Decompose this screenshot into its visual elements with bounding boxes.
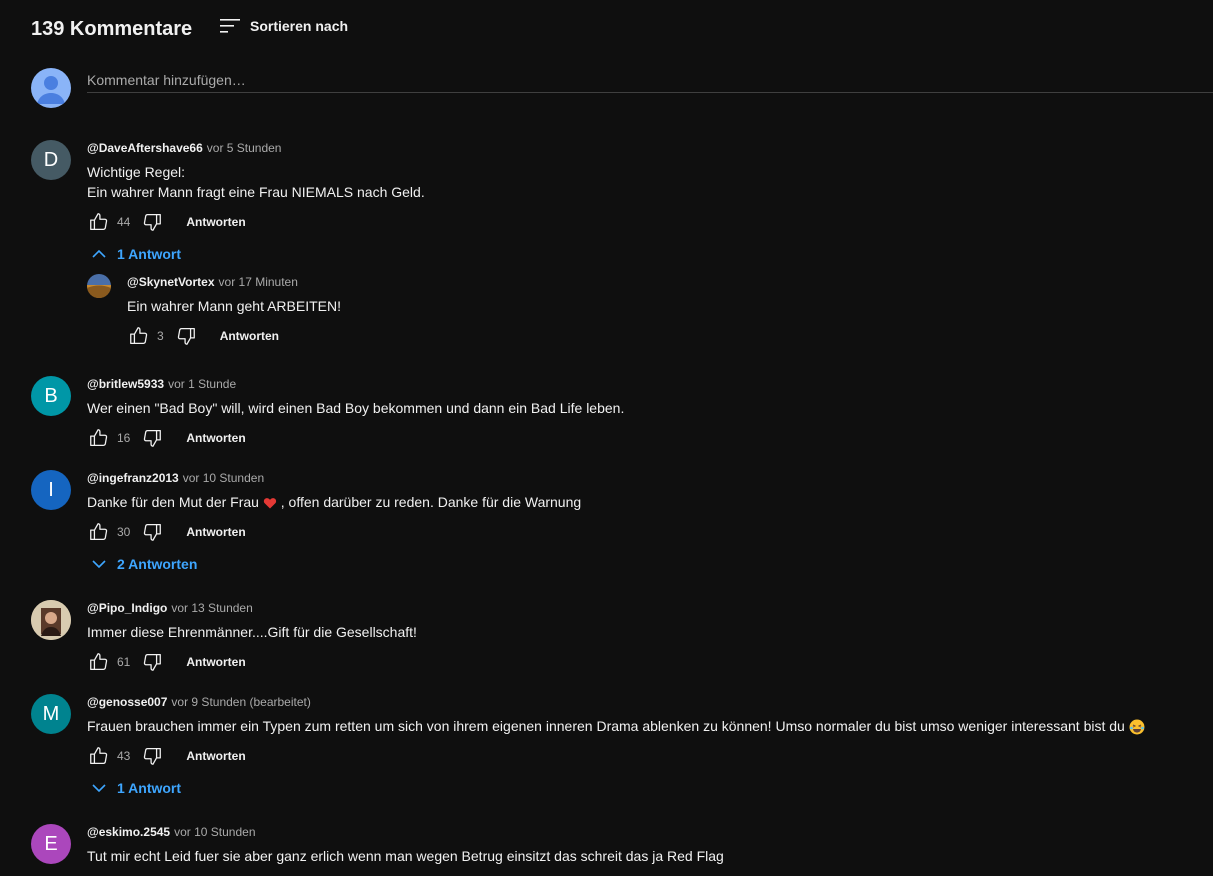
comment-text-line: Wichtige Regel: <box>87 164 186 180</box>
chevron-down-icon <box>92 560 106 569</box>
comment-text: Ein wahrer Mann geht ARBEITEN! <box>127 298 341 314</box>
like-button[interactable] <box>87 210 111 234</box>
comment-text: Frauen brauchen immer ein Typen zum rett… <box>87 716 1145 736</box>
comment-author[interactable]: @britlew5933 <box>87 377 164 391</box>
dislike-button[interactable] <box>174 324 198 348</box>
dislike-button[interactable] <box>140 426 164 450</box>
heart-icon <box>263 498 277 509</box>
replies-toggle[interactable]: 1 Antwort <box>91 780 181 796</box>
comment-text-part: , offen darüber zu reden. Danke für die … <box>276 494 582 510</box>
comment-actions: 44 Antworten <box>87 210 425 234</box>
comment-count: 139 Kommentare <box>31 18 193 40</box>
thumb-down-icon <box>141 521 163 543</box>
like-button[interactable] <box>87 426 111 450</box>
like-button[interactable] <box>127 324 151 348</box>
comment-text-line: Ein wahrer Mann fragt eine Frau NIEMALS … <box>87 184 425 200</box>
comment-text: Wer einen "Bad Boy" will, wird einen Bad… <box>87 400 625 416</box>
reply-button[interactable]: Antworten <box>186 525 245 539</box>
comment-actions: 61 Antworten <box>87 650 417 674</box>
thumb-down-icon <box>175 325 197 347</box>
replies-toggle-label: 1 Antwort <box>117 246 182 262</box>
comment-text: Wichtige Regel: Ein wahrer Mann fragt ei… <box>87 162 425 202</box>
like-button[interactable] <box>87 744 111 768</box>
replies-toggle[interactable]: 2 Antworten <box>91 556 197 572</box>
my-avatar[interactable] <box>31 68 71 108</box>
dislike-button[interactable] <box>140 520 164 544</box>
avatar[interactable]: D <box>31 140 71 180</box>
reply-button[interactable]: Antworten <box>186 215 245 229</box>
comment-time[interactable]: vor 13 Stunden <box>171 601 252 615</box>
avatar[interactable]: E <box>31 824 71 864</box>
like-count: 44 <box>117 215 131 229</box>
comment-author[interactable]: @Pipo_Indigo <box>87 601 167 615</box>
comment-time[interactable]: vor 9 Stunden (bearbeitet) <box>171 695 310 709</box>
like-count: 61 <box>117 655 131 669</box>
thumb-up-icon <box>128 325 150 347</box>
chevron-down-icon <box>92 784 106 793</box>
avatar[interactable] <box>87 274 111 298</box>
dislike-button[interactable] <box>140 650 164 674</box>
comment-author[interactable]: @SkynetVortex <box>127 275 215 289</box>
comment-time[interactable]: vor 1 Stunde <box>168 377 236 391</box>
comment-author[interactable]: @ingefranz2013 <box>87 471 179 485</box>
sort-button[interactable]: Sortieren nach <box>220 18 348 34</box>
replies-toggle-label: 1 Antwort <box>117 780 182 796</box>
reply-button[interactable]: Antworten <box>186 431 245 445</box>
thumb-up-icon <box>88 651 110 673</box>
comment-time[interactable]: vor 10 Stunden <box>183 471 264 485</box>
comment-time[interactable]: vor 17 Minuten <box>219 275 298 289</box>
comment-text: Danke für den Mut der Frau , offen darüb… <box>87 492 581 512</box>
sort-label: Sortieren nach <box>250 18 349 34</box>
comment-time[interactable]: vor 5 Stunden <box>207 141 282 155</box>
like-button[interactable] <box>87 650 111 674</box>
reply-button[interactable]: Antworten <box>186 655 245 669</box>
thumb-up-icon <box>88 521 110 543</box>
dislike-button[interactable] <box>140 744 164 768</box>
thumb-down-icon <box>141 427 163 449</box>
thumb-up-icon <box>88 427 110 449</box>
like-count: 30 <box>117 525 131 539</box>
comment-actions: 43 Antworten <box>87 744 1145 768</box>
like-count: 16 <box>117 431 131 445</box>
laughing-emoji-icon <box>1129 719 1145 735</box>
thumb-up-icon <box>88 211 110 233</box>
comment-text-part: Danke für den Mut der Frau <box>87 494 263 510</box>
comment-author[interactable]: @eskimo.2545 <box>87 825 170 839</box>
comment-text-part: Frauen brauchen immer ein Typen zum rett… <box>87 718 1129 734</box>
landscape-avatar-image <box>87 274 111 298</box>
dislike-button[interactable] <box>140 210 164 234</box>
user-icon <box>37 76 65 104</box>
thumb-up-icon <box>88 745 110 767</box>
comment-text: Tut mir echt Leid fuer sie aber ganz erl… <box>87 848 724 864</box>
add-comment-input[interactable] <box>87 68 1213 93</box>
comment-actions: 3 Antworten <box>127 324 341 348</box>
comment-text: Immer diese Ehrenmänner....Gift für die … <box>87 624 417 640</box>
comment-actions: 30 Antworten <box>87 520 581 544</box>
comment-actions: 16 Antworten <box>87 426 624 450</box>
like-count: 43 <box>117 749 131 763</box>
profile-photo-image <box>31 600 71 640</box>
avatar[interactable]: I <box>31 470 71 510</box>
thumb-down-icon <box>141 651 163 673</box>
comments-header: 139 Kommentare Sortieren nach <box>31 18 348 41</box>
avatar[interactable]: M <box>31 694 71 734</box>
thumb-down-icon <box>141 211 163 233</box>
reply-button[interactable]: Antworten <box>220 329 279 343</box>
sort-icon <box>220 19 240 33</box>
add-comment-row <box>31 68 1213 108</box>
avatar[interactable] <box>31 600 71 640</box>
comment-author[interactable]: @genosse007 <box>87 695 167 709</box>
like-button[interactable] <box>87 520 111 544</box>
thumb-down-icon <box>141 745 163 767</box>
reply-button[interactable]: Antworten <box>186 749 245 763</box>
like-count: 3 <box>157 329 164 343</box>
comment-author[interactable]: @DaveAftershave66 <box>87 141 203 155</box>
replies-toggle[interactable]: 1 Antwort <box>91 246 181 262</box>
comment-time[interactable]: vor 10 Stunden <box>174 825 255 839</box>
replies-toggle-label: 2 Antworten <box>117 556 198 572</box>
avatar[interactable]: B <box>31 376 71 416</box>
chevron-up-icon <box>92 249 106 258</box>
